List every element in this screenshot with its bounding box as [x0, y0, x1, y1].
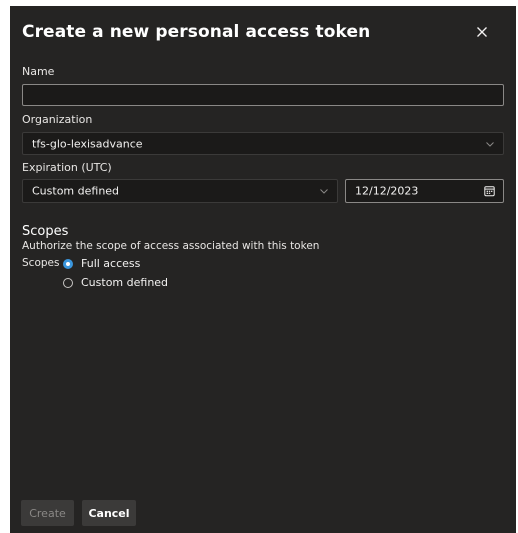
- scopes-title: Scopes: [22, 224, 69, 239]
- expiration-value: Custom defined: [32, 184, 120, 198]
- organization-label: Organization: [22, 113, 93, 126]
- radio-full-access[interactable]: Full access: [63, 257, 140, 270]
- cancel-button[interactable]: Cancel: [82, 500, 136, 526]
- chevron-down-icon: [320, 189, 328, 194]
- name-label: Name: [22, 65, 55, 78]
- expiration-label: Expiration (UTC): [22, 161, 112, 174]
- create-token-dialog: Create a new personal access token Name …: [10, 6, 516, 533]
- organization-value: tfs-glo-lexisadvance: [32, 137, 143, 150]
- scopes-group-label: Scopes: [22, 257, 60, 269]
- expiration-date-value: 12/12/2023: [355, 184, 419, 198]
- radio-custom-defined[interactable]: Custom defined: [63, 276, 168, 289]
- radio-selected-indicator: [63, 258, 73, 269]
- close-icon[interactable]: [473, 23, 491, 41]
- scopes-description: Authorize the scope of access associated…: [22, 240, 320, 252]
- name-input[interactable]: [22, 84, 504, 106]
- create-button[interactable]: Create: [21, 500, 74, 526]
- expiration-dropdown[interactable]: Custom defined: [22, 179, 338, 203]
- expiration-date-picker[interactable]: 12/12/2023: [345, 179, 504, 203]
- radio-full-access-label: Full access: [81, 257, 141, 270]
- radio-custom-defined-label: Custom defined: [81, 276, 169, 289]
- radio-unselected-indicator: [63, 277, 73, 288]
- chevron-down-icon: [486, 141, 494, 147]
- calendar-icon[interactable]: [484, 186, 495, 197]
- dialog-title: Create a new personal access token: [22, 22, 371, 42]
- organization-dropdown[interactable]: tfs-glo-lexisadvance: [22, 132, 504, 155]
